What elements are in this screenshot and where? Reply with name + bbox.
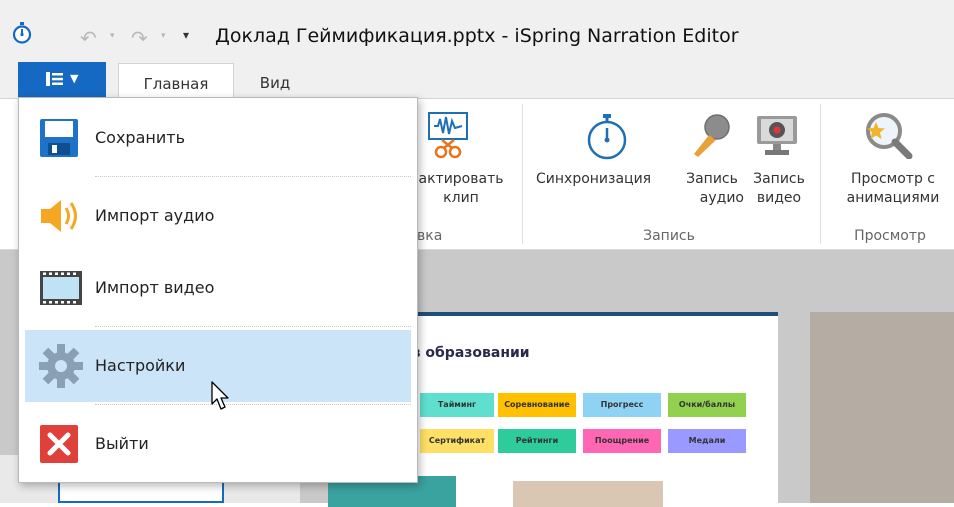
speaker-icon <box>41 200 77 232</box>
sync-button[interactable]: Синхронизация <box>536 170 651 189</box>
close-icon <box>40 425 78 463</box>
trim-clip-label-line2: клип <box>443 190 479 206</box>
menu-item-label: Сохранить <box>95 128 185 147</box>
group-divider <box>522 104 523 244</box>
redo-icon[interactable]: ↷ <box>131 26 148 50</box>
chevron-down-icon[interactable]: ▾ <box>161 31 166 41</box>
slide-chip: Очки/баллы <box>668 393 746 417</box>
chevron-down-icon: ▼ <box>70 72 79 85</box>
record-video-button[interactable]: Запись видео <box>748 170 810 208</box>
undo-icon[interactable]: ↶ <box>80 26 97 50</box>
record-audio-button[interactable]: Запись аудио <box>680 170 744 208</box>
preview-animation-icon <box>862 111 914 163</box>
save-icon <box>40 119 78 157</box>
webcam-icon <box>755 114 799 162</box>
menu-divider <box>95 326 411 327</box>
file-menu-button[interactable]: ▼ <box>18 62 106 98</box>
menu-item-exit[interactable]: Выйти <box>25 408 411 480</box>
menu-item-label: Настройки <box>95 356 186 375</box>
menu-item-label: Импорт аудио <box>95 206 215 225</box>
preview-label-line1: Просмотр с <box>851 171 935 187</box>
menu-item-import-audio[interactable]: Импорт аудио <box>25 180 411 252</box>
tab-home[interactable]: Главная <box>118 63 234 99</box>
record-video-label-line2: видео <box>756 190 802 206</box>
mouse-cursor-icon <box>211 381 231 415</box>
next-slide-preview <box>810 312 954 503</box>
microphone-icon <box>690 112 732 162</box>
customize-toolbar-icon[interactable]: ▾ <box>183 28 189 42</box>
stopwatch-icon <box>585 114 629 164</box>
menu-divider <box>95 404 411 405</box>
slide-chip: Поощрение <box>583 429 661 453</box>
app-stopwatch-icon[interactable] <box>12 22 32 44</box>
group-divider <box>820 104 821 244</box>
trim-clip-icon <box>428 112 468 164</box>
slide-photo <box>513 481 663 507</box>
preview-animations-button[interactable]: Просмотр с анимациями <box>832 170 954 208</box>
trim-clip-button[interactable]: актировать клип <box>405 170 517 208</box>
record-group-name: Запись <box>643 228 695 244</box>
preview-label-line2: анимациями <box>846 190 940 206</box>
file-menu: Сохранить Импорт аудио Импорт видео Наст… <box>18 97 418 483</box>
menu-divider <box>95 176 411 177</box>
menu-item-label: Импорт видео <box>95 278 215 297</box>
slide-chip: Рейтинги <box>498 429 576 453</box>
slide-chip: Прогресс <box>583 393 661 417</box>
record-video-label-line1: Запись <box>753 171 805 187</box>
chevron-down-icon[interactable]: ▾ <box>110 31 115 41</box>
menu-item-label: Выйти <box>95 434 149 453</box>
slide-chip: Медали <box>668 429 746 453</box>
slide-chip: Сертификат <box>420 429 494 453</box>
window-title: Доклад Геймификация.pptx - iSpring Narra… <box>215 25 739 47</box>
film-icon <box>40 271 82 305</box>
trim-clip-label-line1: актировать <box>418 171 504 187</box>
gear-icon <box>39 344 83 388</box>
menu-item-save[interactable]: Сохранить <box>25 102 411 174</box>
record-audio-label-line1: Запись <box>686 171 738 187</box>
record-audio-label-line2: аудио <box>699 190 744 206</box>
menu-list-icon <box>46 72 63 86</box>
menu-item-import-video[interactable]: Импорт видео <box>25 252 411 324</box>
preview-group-name: Просмотр <box>854 228 926 244</box>
slide-chip: Тайминг <box>420 393 494 417</box>
slide-chip: Соревнование <box>498 393 576 417</box>
tab-view[interactable]: Вид <box>245 63 305 98</box>
